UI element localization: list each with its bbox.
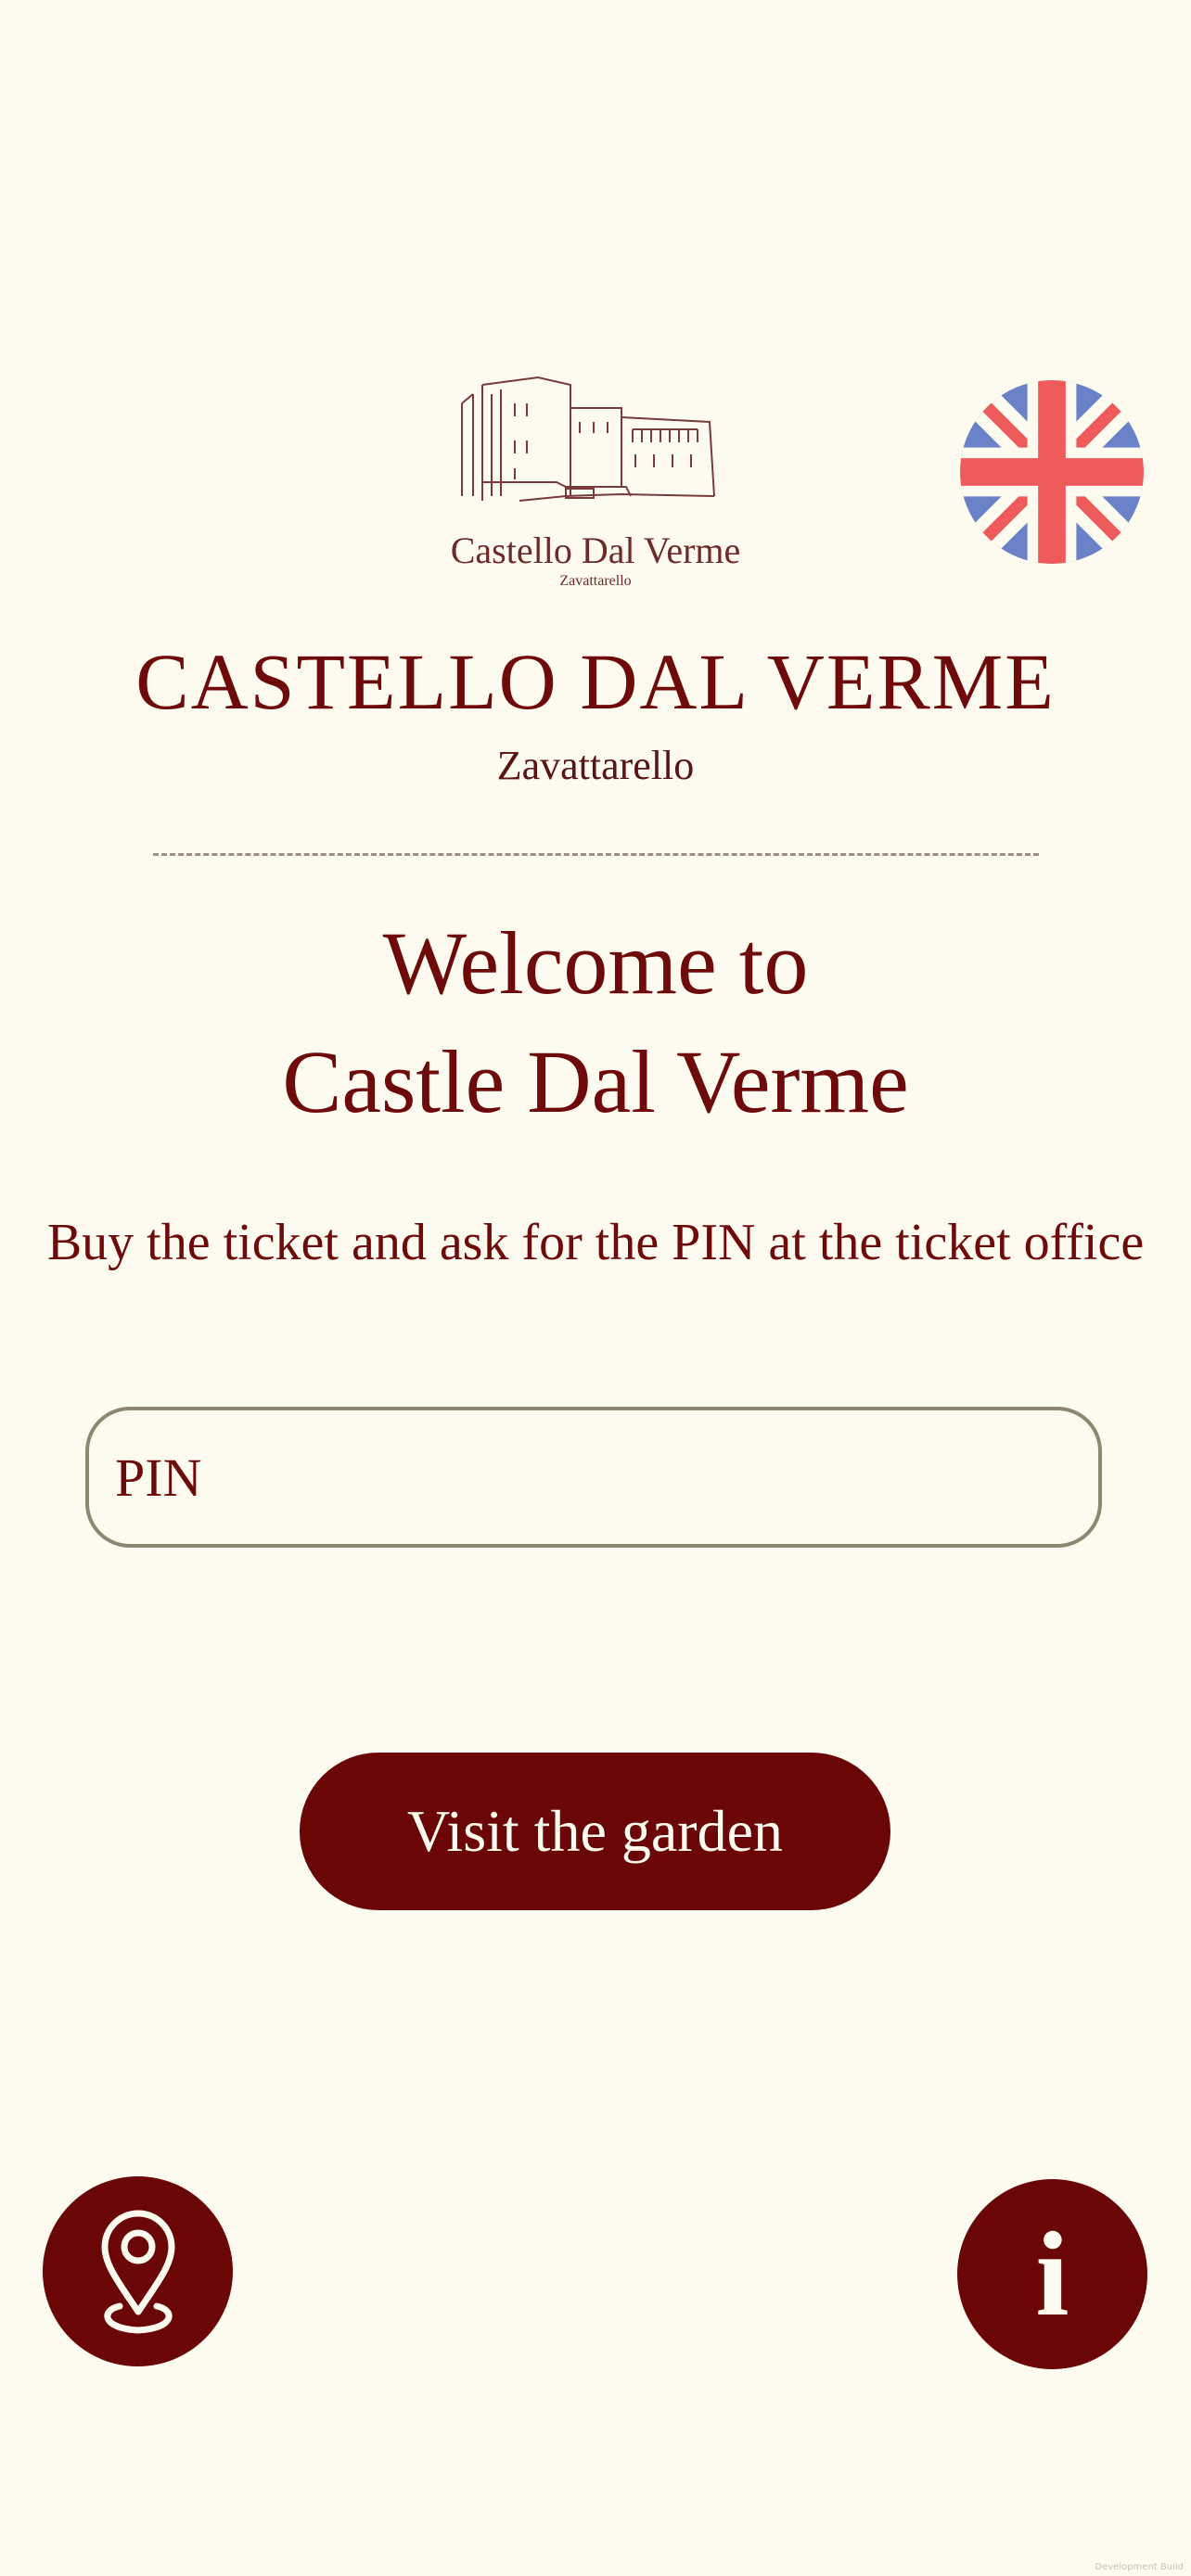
visit-garden-button[interactable]: Visit the garden xyxy=(300,1753,890,1910)
welcome-heading: Welcome to Castle Dal Verme xyxy=(0,904,1191,1141)
map-pin-icon xyxy=(101,2210,174,2333)
page-title: CASTELLO DAL VERME xyxy=(135,637,1056,726)
page-subtitle: Zavattarello xyxy=(496,743,695,788)
logo-name: Castello Dal Verme xyxy=(451,529,741,571)
welcome-line-2: Castle Dal Verme xyxy=(282,1032,909,1131)
instructions-text: Buy the ticket and ask for the PIN at th… xyxy=(46,1214,1145,1271)
footer-note: Development Build xyxy=(1095,2562,1184,2572)
info-icon: i xyxy=(1035,2207,1069,2341)
castle-drawing-icon: Castello Dal Verme Zavattarello xyxy=(451,376,741,589)
uk-flag-icon xyxy=(960,380,1144,564)
castle-logo: Castello Dal Verme Zavattarello xyxy=(427,366,765,607)
map-button[interactable] xyxy=(43,2176,233,2366)
welcome-line-1: Welcome to xyxy=(382,913,809,1013)
info-button[interactable]: i xyxy=(957,2179,1147,2369)
language-switch-button[interactable] xyxy=(960,380,1144,564)
logo-place: Zavattarello xyxy=(559,573,631,589)
divider xyxy=(153,853,1039,856)
pin-input[interactable] xyxy=(85,1407,1102,1548)
